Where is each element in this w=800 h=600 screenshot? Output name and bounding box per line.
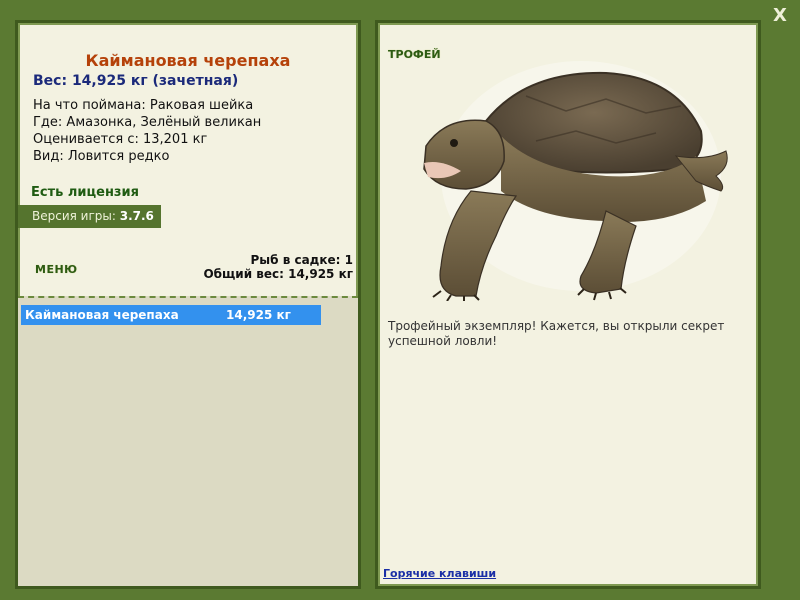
catch-name: Каймановая черепаха <box>25 308 179 322</box>
fish-title: Каймановая черепаха <box>85 51 291 70</box>
catch-weight: 14,925 кг <box>226 308 291 322</box>
fish-info-panel: Каймановая черепаха Вес: 14,925 кг (заче… <box>15 20 361 589</box>
fish-weight: Вес: 14,925 кг (зачетная) <box>33 73 239 89</box>
keepnet-count: Рыб в садке: 1 <box>250 253 354 267</box>
version-badge: Версия игры: 3.7.6 <box>18 205 161 228</box>
turtle-image <box>423 61 728 301</box>
menu-button[interactable]: МЕНЮ <box>35 263 78 276</box>
trophy-description: Трофейный экземпляр! Кажется, вы открыли… <box>388 319 725 348</box>
version-label: Версия игры: <box>32 209 116 223</box>
catch-list: Каймановая черепаха 14,925 кг <box>18 296 358 586</box>
version-value: 3.7.6 <box>119 209 154 223</box>
rarity-info: Вид: Ловится редко <box>33 149 170 164</box>
license-status: Есть лицензия <box>31 185 139 200</box>
close-button[interactable]: X <box>770 6 790 26</box>
hotkeys-link[interactable]: Горячие клавиши <box>383 567 496 580</box>
appraisal-info: Оценивается с: 13,201 кг <box>33 132 208 147</box>
trophy-panel: ТРОФЕЙ Трофейный экземпляр! Кажется, вы … <box>375 20 761 589</box>
location-info: Где: Амазонка, Зелёный великан <box>33 115 262 130</box>
keepnet-summary: Рыб в садке: 1 Общий вес: 14,925 кг <box>203 253 353 281</box>
bait-info: На что поймана: Раковая шейка <box>33 98 254 113</box>
keepnet-total: Общий вес: 14,925 кг <box>203 267 353 281</box>
list-item[interactable]: Каймановая черепаха 14,925 кг <box>21 305 321 325</box>
fish-details: На что поймана: Раковая шейка Где: Амазо… <box>33 97 261 165</box>
